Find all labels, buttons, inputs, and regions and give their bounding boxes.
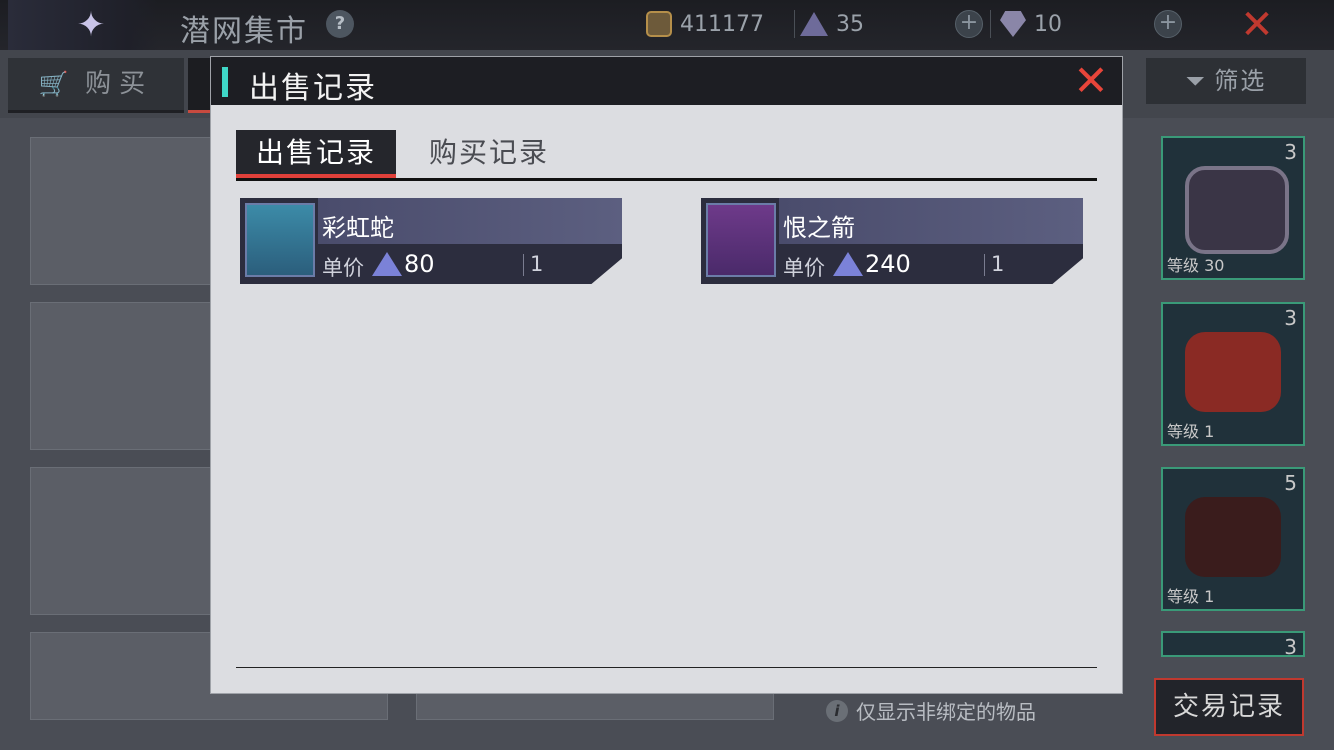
info-icon: i: [826, 699, 848, 722]
sale-record-item: 彩虹蛇 单价 80 1: [240, 198, 622, 284]
close-icon[interactable]: ✕: [1240, 5, 1274, 45]
tab-sell-records[interactable]: 出售记录: [236, 130, 396, 178]
crystal-currency: 35: [800, 8, 864, 40]
bow-icon: [706, 203, 776, 277]
filter-label: 筛选: [1214, 67, 1267, 95]
logo-icon: ✦: [76, 5, 106, 45]
diamond-icon: [1000, 11, 1026, 37]
slot-count: 3: [1284, 306, 1297, 330]
slot-level: 等级 1: [1167, 587, 1215, 606]
filter-icon: ⏷: [1185, 67, 1205, 95]
dialog-close-icon[interactable]: ✕: [1073, 60, 1109, 102]
record-name: 彩虹蛇: [322, 214, 394, 242]
divider: [984, 254, 985, 276]
armor-icon: [1185, 497, 1281, 577]
item-slot[interactable]: 3 等级 1: [1161, 302, 1305, 446]
ring-icon: [1185, 166, 1289, 254]
divider: [523, 254, 524, 276]
add-crystal-button[interactable]: +: [955, 10, 983, 38]
filter-button[interactable]: ⏷ 筛选: [1146, 58, 1306, 104]
crystal-icon: [372, 252, 402, 276]
tab-buy-records[interactable]: 购买记录: [414, 130, 564, 175]
tab-buy-label: 购买: [85, 69, 154, 99]
crystal-icon: [800, 12, 828, 36]
gold-coin-icon: [646, 11, 672, 37]
tab-buy[interactable]: 🛒 购买: [8, 58, 184, 113]
trade-record-button[interactable]: 交易记录: [1154, 678, 1304, 736]
record-name: 恨之箭: [783, 214, 855, 242]
dialog-header: 出售记录 ✕: [211, 57, 1122, 106]
record-price: 80: [404, 250, 435, 278]
hat-icon: [1185, 332, 1281, 412]
divider: [990, 10, 991, 38]
gold-currency: 411177: [646, 8, 764, 40]
slot-count: 5: [1284, 471, 1297, 495]
sale-record-item: 恨之箭 单价 240 1: [701, 198, 1083, 284]
cart-icon: 🛒: [38, 70, 69, 98]
add-diamond-button[interactable]: +: [1154, 10, 1182, 38]
diamond-amount: 10: [1034, 11, 1062, 37]
divider: [794, 10, 795, 38]
market-title: 潜网集市: [180, 14, 308, 49]
logo: ✦: [8, 0, 158, 50]
diamond-currency: 10: [1000, 8, 1062, 40]
snake-icon: [245, 203, 315, 277]
dialog-title: 出售记录: [249, 71, 377, 106]
header-accent: [222, 67, 228, 97]
help-icon[interactable]: ?: [326, 10, 354, 38]
slot-level: 等级 30: [1167, 256, 1225, 275]
record-quantity: 1: [991, 252, 1005, 276]
bind-note: i 仅显示非绑定的物品: [826, 696, 1036, 725]
price-label: 单价: [322, 256, 364, 280]
slot-level: 等级 1: [1167, 422, 1215, 441]
slot-count: 3: [1284, 635, 1297, 657]
record-price: 240: [865, 250, 911, 278]
tab-announcement[interactable]: [188, 58, 212, 113]
slot-count: 3: [1284, 140, 1297, 164]
dialog-bottom-divider: [236, 667, 1097, 668]
item-slot[interactable]: 3 等级 30: [1161, 136, 1305, 280]
gold-amount: 411177: [680, 11, 764, 37]
record-quantity: 1: [530, 252, 544, 276]
crystal-icon: [833, 252, 863, 276]
item-slot[interactable]: 3: [1161, 631, 1305, 657]
sale-record-dialog: 出售记录 ✕ 出售记录 购买记录 彩虹蛇 单价 80 1 恨之箭 单价 240 …: [211, 57, 1122, 693]
price-label: 单价: [783, 256, 825, 280]
record-tabs: 出售记录 购买记录: [236, 130, 1097, 181]
item-slot[interactable]: 5 等级 1: [1161, 467, 1305, 611]
crystal-amount: 35: [836, 11, 864, 37]
bind-note-text: 仅显示非绑定的物品: [856, 700, 1036, 724]
top-bar: ✦ 潜网集市 ? 411177 35 + 10 + ✕: [0, 0, 1334, 51]
